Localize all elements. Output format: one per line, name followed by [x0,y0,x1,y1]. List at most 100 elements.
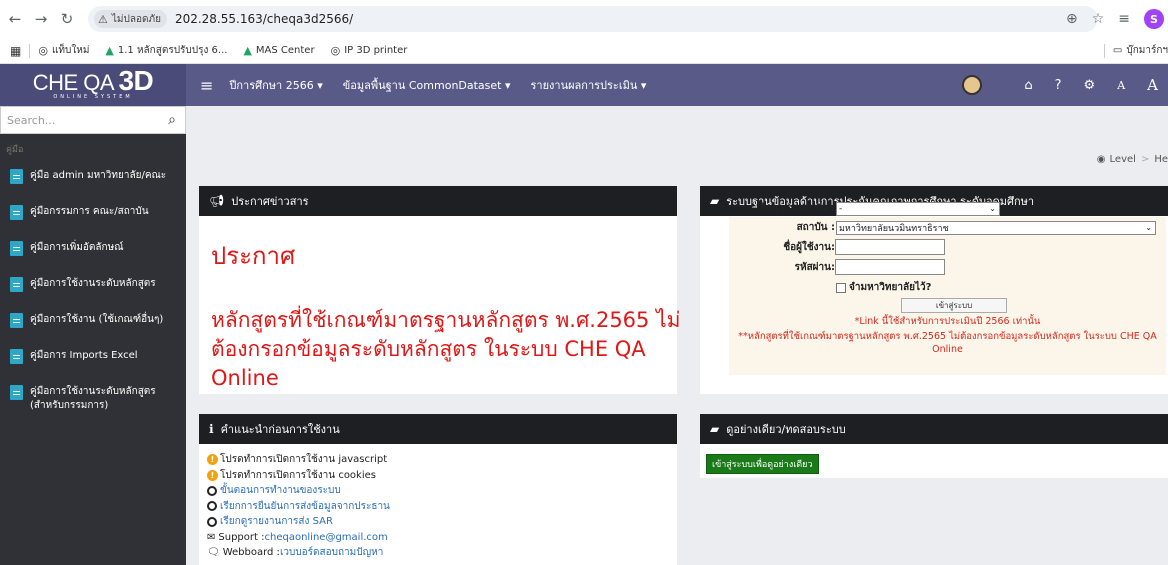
user-avatar-icon[interactable] [962,75,983,95]
folder-icon: ▭ [1112,45,1123,56]
star-icon[interactable]: ☆ [1092,11,1105,27]
remember-checkbox[interactable] [836,282,846,293]
divider [29,43,31,58]
address-bar[interactable]: ⚠ ไม่ปลอดภัย 202.28.55.163/cheqa3d2566/ [88,6,1098,32]
panel-header: 📢︎ ประกาศข่าวสาร [199,186,677,216]
warning-icon: ⚠ [98,12,108,26]
panel-header: ℹ คำแนะนำก่อนการใช้งาน [199,414,677,444]
group-label: เลือกกลุ่มสถาบัน : [756,203,835,214]
login-note-2: **หลักสูตรที่ใช้เกณฑ์มาตรฐานหลักสูตร พ.ศ… [738,331,1157,355]
menu-lines-icon[interactable]: ≡ [1118,11,1130,27]
document-icon [10,205,23,220]
breadcrumb-next[interactable]: He [1154,154,1168,165]
book-icon: ▰ [710,194,720,208]
drive-icon: ▲ [105,44,114,57]
nav-report[interactable]: รายงานผลการประเมิน ▾ [531,76,647,94]
warning-icon: ! [207,454,218,466]
announcement-panel: 📢︎ ประกาศข่าวสาร ประกาศ หลักสูตรที่ใช้เก… [199,186,681,394]
sidebar-item-identity-manual[interactable]: คู่มือการเพิ่มอัตลักษณ์ [0,232,186,268]
back-icon[interactable]: ← [4,8,26,30]
document-icon [10,169,23,184]
breadcrumb: ◉ Level > He [1096,154,1168,165]
nav-academic-year[interactable]: ปีการศึกษา 2566 ▾ [229,76,322,94]
bookmark-item[interactable]: ◎ แท็บใหม่ [38,43,89,58]
apps-grid-icon[interactable]: ▦ [10,44,21,58]
tips-list: ! โปรดทำการเปิดการใช้งาน javascript ! โปรด… [207,452,390,561]
list-item[interactable]: เรียกดูรายงานการส่ง SAR [207,514,390,530]
login-note-1: *Link นี้ใช้สำหรับการประเมินปี 2566 เท่า… [854,316,1041,327]
info-icon: ℹ [209,422,214,436]
logo[interactable]: CHE QA 3D ONLINE SYSTEM [0,64,186,106]
divider [1103,43,1105,58]
password-input[interactable] [835,259,945,275]
document-icon [10,385,23,400]
list-item: ! โปรดทำการเปิดการใช้งาน javascript [207,452,390,468]
sidebar-item-other-criteria-manual[interactable]: คู่มือการใช้งาน (ใช้เกณฑ์อื่นๆ) [0,304,186,340]
sidebar-item-committee-manual[interactable]: คู่มือกรรมการ คณะ/สถาบัน [0,196,186,232]
bullhorn-icon: 📢︎ [209,194,225,208]
reload-icon[interactable]: ↻ [56,8,78,30]
chevron-down-icon: ⌄ [1145,223,1152,232]
sidebar-item-import-excel-manual[interactable]: คู่มือการ Imports Excel [0,340,186,376]
forward-icon[interactable]: → [30,8,52,30]
institution-select[interactable]: มหาวิทยาลัยนวมินทราธิราช ⌄ [836,220,1156,235]
zoom-icon[interactable]: ⊕ [1066,11,1078,27]
panel-header: ▰ ดูอย่างเดียว/ทดสอบระบบ [700,414,1168,444]
drive-icon: ▲ [243,44,252,57]
document-icon [10,349,23,364]
search-icon[interactable]: ⌕ [159,112,185,128]
support-email-link[interactable]: cheqaonline@gmail.com [264,530,387,546]
webboard-link[interactable]: เวบบอร์ดสอบถามปัญหา [280,545,383,561]
book-icon: ▰ [710,422,720,436]
announcement-title: ประกาศ [211,242,296,270]
font-large-button[interactable]: A [1147,76,1158,94]
login-button[interactable]: เข้าสู่ระบบ [901,298,1007,313]
list-item[interactable]: เรียกการยืนยันการส่งข้อมูลจากประธาน [207,499,390,515]
username-input[interactable] [835,239,945,255]
font-small-button[interactable]: A [1117,79,1125,92]
url-text: 202.28.55.163/cheqa3d2566/ [174,12,354,26]
remember-label: จำมหาวิทยาลัยไว้? [849,282,932,293]
home-icon[interactable]: ⌂ [1024,78,1032,93]
password-label: รหัสผ่าน: [794,261,835,273]
profile-avatar[interactable]: S [1144,9,1164,29]
dashboard-icon: ◉ [1096,154,1106,165]
circle-icon [207,501,217,512]
bookmark-item[interactable]: ◎ IP 3D printer [331,44,408,57]
browser-toolbar: ← → ↻ ⚠ ไม่ปลอดภัย 202.28.55.163/cheqa3d… [0,0,1168,38]
bookmarks-folder[interactable]: ▭ บุ๊กมาร์กฯ [1096,43,1168,58]
breadcrumb-level[interactable]: Level [1110,154,1136,165]
sidebar-item-program-manual[interactable]: คู่มือการใช้งานระดับหลักสูตร [0,268,186,304]
sidebar-section-label: คู่มือ [6,145,24,155]
search-input[interactable] [1,107,159,133]
insecure-badge[interactable]: ⚠ ไม่ปลอดภัย [94,10,167,28]
sidebar-search: ⌕ [0,106,186,134]
circle-icon [207,485,217,496]
settings-icon[interactable]: ⚙ [1084,78,1096,93]
webboard-row: 🗨︎ Webboard : เวบบอร์ดสอบถามปัญหา [207,545,390,561]
warning-icon: ! [207,469,218,481]
globe-icon: ◎ [330,44,341,57]
help-icon[interactable]: ? [1055,78,1062,93]
circle-icon [207,516,217,527]
sidebar-item-admin-manual[interactable]: คู่มือ admin มหาวิทยาลัย/คณะ [0,160,186,196]
list-item: ! โปรดทำการเปิดการใช้งาน cookies [207,468,390,484]
envelope-icon: ✉ [207,531,216,543]
document-icon [10,241,23,256]
group-select[interactable]: - ⌄ [836,201,1000,216]
bookmark-item[interactable]: ▲ MAS Center [243,44,314,57]
list-item[interactable]: ขั้นตอนการทำงานของระบบ [207,483,390,499]
demo-panel: ▰ ดูอย่างเดียว/ทดสอบระบบ เข้าสู่ระบบเพื่… [700,414,1168,478]
chevron-down-icon: ⌄ [989,204,996,213]
view-only-login-button[interactable]: เข้าสู่ระบบเพื่อดูอย่างเดียว [706,454,819,474]
support-row: ✉ Support : cheqaonline@gmail.com [207,530,390,546]
username-label: ชื่อผู้ใช้งาน: [783,241,835,253]
hamburger-icon[interactable]: ≡ [200,76,213,95]
sidebar-item-program-committee-manual[interactable]: คู่มือการใช้งานระดับหลักสูตร (สำหรับกรรม… [0,376,186,422]
bookmark-item[interactable]: ▲ 1.1 หลักสูตรปรับปรุง 6... [105,43,227,58]
bookmarks-bar: ▦ ◎ แท็บใหม่ ▲ 1.1 หลักสูตรปรับปรุง 6... ▲… [0,38,1168,64]
nav-common-dataset[interactable]: ข้อมูลพื้นฐาน CommonDataset ▾ [343,76,511,94]
app-navbar: CHE QA 3D ONLINE SYSTEM ≡ ปีการศึกษา 256… [0,64,1168,106]
institution-label: สถาบัน : [796,222,835,233]
globe-icon: ◎ [38,44,48,57]
